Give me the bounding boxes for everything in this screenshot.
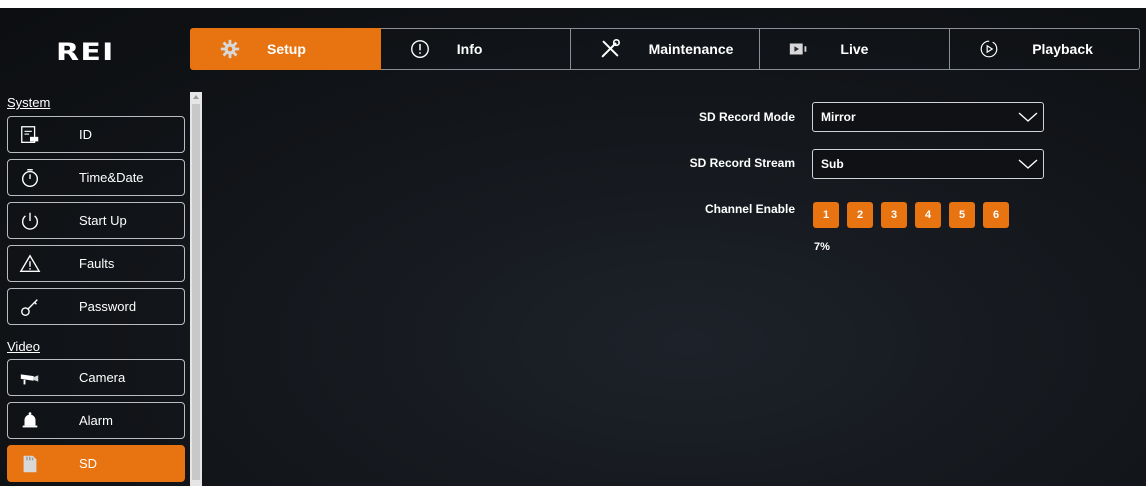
sidebar-item-password[interactable]: Password	[7, 288, 185, 325]
sidebar-item-label: ID	[79, 127, 92, 142]
bell-icon	[22, 412, 38, 428]
sidebar-item-time-date[interactable]: Time&Date	[7, 159, 185, 196]
channel-button-1[interactable]: 1	[813, 202, 839, 228]
tab-setup[interactable]: Setup	[190, 28, 381, 70]
tab-label: Maintenance	[648, 41, 734, 57]
key-icon	[21, 299, 38, 316]
channel-enable-label: Channel Enable	[704, 202, 795, 216]
tab-playback[interactable]: Playback	[950, 28, 1140, 70]
power-icon	[21, 212, 39, 230]
channel-button-2[interactable]: 2	[847, 202, 873, 228]
sidebar-item-label: Password	[79, 299, 137, 314]
sidebar-item-label: Start Up	[79, 213, 127, 228]
channel-button-4[interactable]: 4	[915, 202, 941, 228]
record-stream-value: Sub	[821, 157, 844, 171]
cctv-camera-icon	[20, 374, 39, 385]
sidebar-item-label: Faults	[79, 256, 115, 271]
sidebar: System ID Time&Date Start Up Faults Pass…	[0, 92, 190, 486]
scroll-up-arrow-icon[interactable]	[193, 95, 199, 99]
stopwatch-icon	[21, 169, 39, 187]
tab-label: Info	[456, 41, 483, 57]
tab-live[interactable]: Live	[760, 28, 951, 70]
brand-logo: REI	[56, 38, 115, 66]
tab-maintenance[interactable]: Maintenance	[570, 28, 761, 70]
sidebar-scrollbar[interactable]	[190, 92, 202, 486]
record-stream-label: SD Record Stream	[689, 156, 795, 170]
warning-icon	[19, 254, 41, 273]
sidebar-item-start-up[interactable]: Start Up	[7, 202, 185, 239]
chevron-down-icon	[1018, 112, 1038, 122]
section-title-video: Video	[7, 339, 41, 354]
sidebar-item-label: SD	[79, 456, 98, 471]
main-tabs: Setup Info Maintenance Live Playback	[190, 28, 1140, 70]
tools-icon	[601, 39, 620, 58]
video-camera-icon	[790, 43, 807, 55]
record-mode-select[interactable]: Mirror	[812, 102, 1044, 132]
channel-button-3[interactable]: 3	[881, 202, 907, 228]
sd-usage-text: 7%	[814, 241, 830, 253]
play-circle-icon	[980, 40, 998, 58]
channel-button-5[interactable]: 5	[949, 202, 975, 228]
sd-card-icon	[23, 455, 37, 473]
channel-button-group: 1 2 3 4 5 6	[813, 202, 1009, 228]
app-window: REI Setup Info Maintenance Live Playback…	[0, 8, 1146, 486]
scrollbar-thumb[interactable]	[192, 104, 200, 480]
sidebar-item-faults[interactable]: Faults	[7, 245, 185, 282]
record-mode-value: Mirror	[821, 110, 856, 124]
section-title-system: System	[7, 95, 51, 110]
tab-info[interactable]: Info	[380, 28, 571, 70]
sidebar-item-sd[interactable]: SD	[7, 445, 185, 482]
tab-label: Live	[840, 41, 869, 57]
sidebar-item-label: Alarm	[79, 413, 113, 428]
record-mode-label: SD Record Mode	[698, 110, 795, 124]
sidebar-item-alarm[interactable]: Alarm	[7, 402, 185, 439]
channel-button-6[interactable]: 6	[983, 202, 1009, 228]
chevron-down-icon	[1018, 159, 1038, 169]
gear-icon	[220, 39, 240, 59]
sidebar-item-id[interactable]: ID	[7, 116, 185, 153]
tab-label: Setup	[267, 41, 306, 57]
sidebar-item-label: Camera	[79, 370, 126, 385]
info-icon	[410, 40, 429, 58]
tab-label: Playback	[1032, 41, 1093, 57]
record-stream-select[interactable]: Sub	[812, 149, 1044, 179]
sidebar-item-camera[interactable]: Camera	[7, 359, 185, 396]
sidebar-item-label: Time&Date	[79, 170, 144, 185]
id-card-icon	[21, 126, 39, 143]
